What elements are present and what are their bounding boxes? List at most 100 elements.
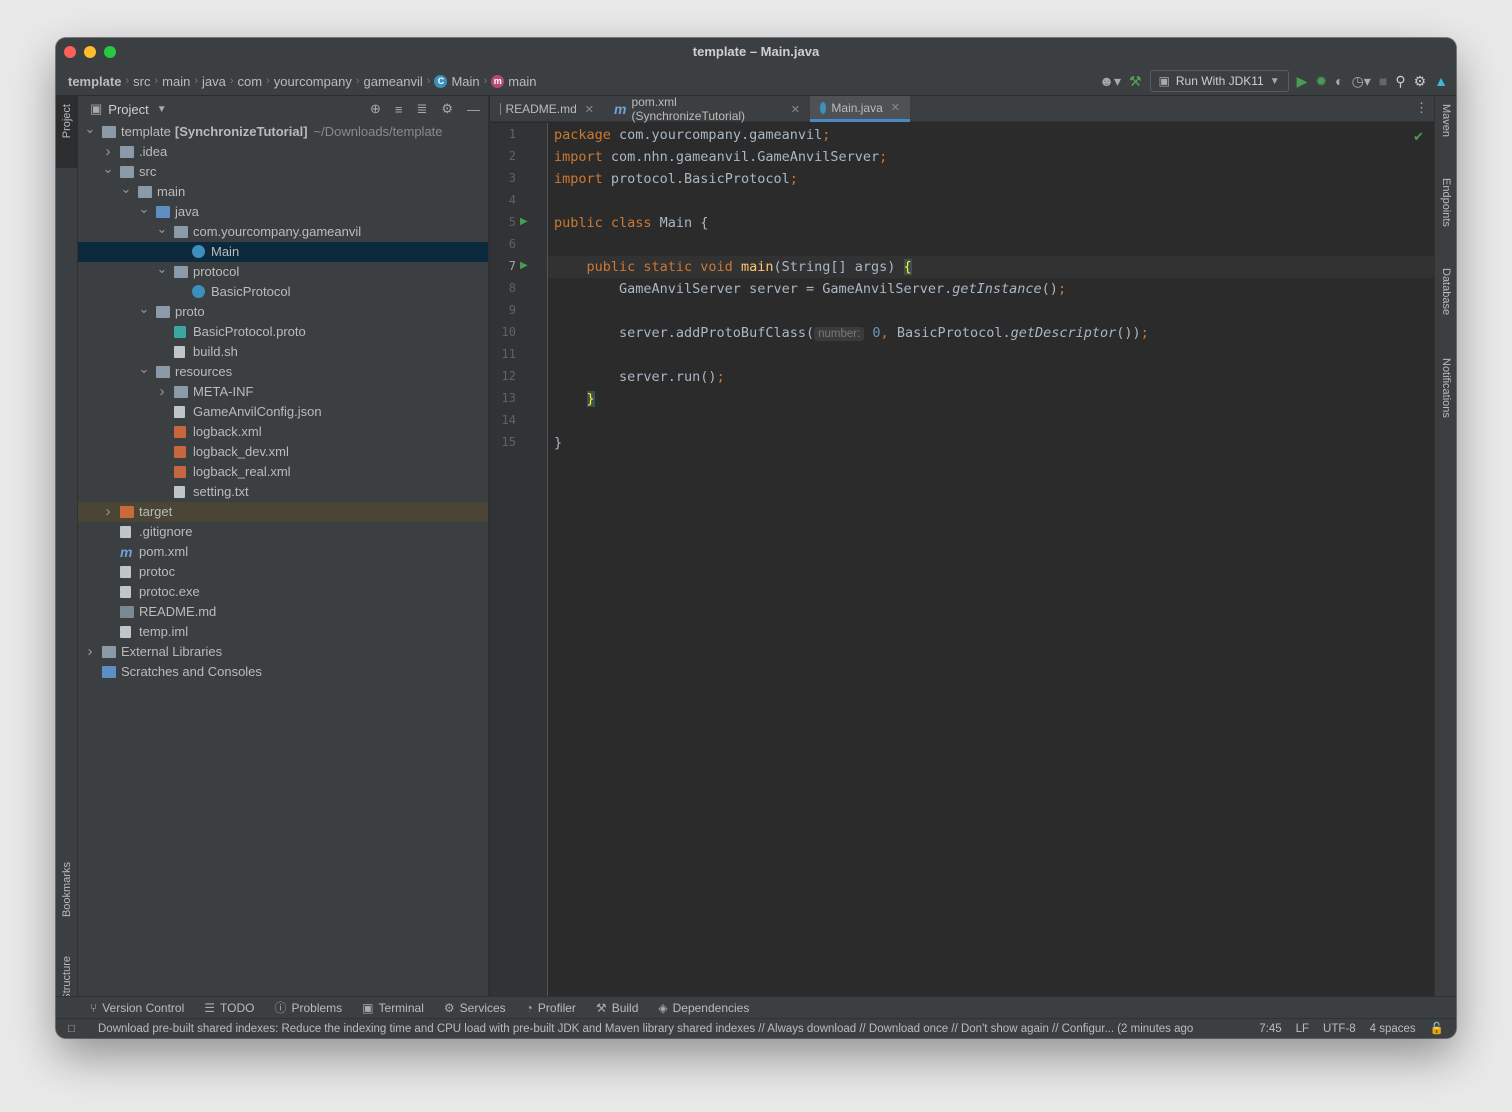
build-hammer-icon[interactable]: ⚒ [1129,73,1142,90]
chevron-right-icon[interactable]: › [84,642,96,662]
tool-window-services[interactable]: ⚙ Services [444,1001,506,1015]
tree-node[interactable]: logback.xml [78,422,488,442]
breadcrumb-item[interactable]: main [162,74,190,89]
tool-window-dependencies[interactable]: ◈ Dependencies [658,1001,749,1015]
tree-node[interactable]: › .idea [78,142,488,162]
chevron-down-icon[interactable]: ⌄ [138,299,150,319]
code-line[interactable]: server.addProtoBufClass(number: 0, Basic… [554,322,1149,344]
code-line[interactable]: public class Main { [554,212,708,234]
chevron-down-icon[interactable]: ⌄ [138,199,150,219]
tool-window-problems[interactable]: ⓘ Problems [274,999,342,1016]
options-gear-icon[interactable]: ⚙ [441,101,453,117]
hide-panel-icon[interactable]: — [467,102,480,117]
structure-tool-button[interactable]: Structure [56,956,78,1001]
file-encoding[interactable]: UTF-8 [1323,1019,1356,1038]
tree-node[interactable]: logback_real.xml [78,462,488,482]
code-line[interactable]: } [554,388,595,410]
tree-node[interactable]: ⌄ src [78,159,488,182]
tree-node[interactable]: BasicProtocol.proto [78,322,488,342]
status-message[interactable]: Download pre-built shared indexes: Reduc… [98,1019,1193,1038]
chevron-down-icon[interactable]: ⌄ [138,359,150,379]
user-icon[interactable]: ☻▾ [1099,73,1121,90]
coverage-icon[interactable]: ◐ [1335,73,1343,89]
tree-node[interactable]: logback_dev.xml [78,442,488,462]
tab-main-java[interactable]: Main.java ✕ [810,96,910,122]
run-configuration-select[interactable]: ▣ Run With JDK11 ▼ [1149,70,1289,92]
notifications-tool-button[interactable]: Notifications [1435,358,1456,418]
tree-node[interactable]: temp.iml [78,622,488,642]
tree-node[interactable]: ⌄ template [SynchronizeTutorial] ~/Download… [78,119,488,142]
breadcrumb-item[interactable]: src [133,74,150,89]
tree-node[interactable]: GameAnvilConfig.json [78,402,488,422]
tree-node[interactable]: protoc.exe [78,582,488,602]
tree-node[interactable]: ⌄ proto [78,299,488,322]
stop-icon[interactable]: ■ [1379,73,1387,89]
breadcrumb-item[interactable]: gameanvil [364,74,423,89]
code-line[interactable]: public static void main(String[] args) { [554,256,912,278]
locate-file-icon[interactable]: ⊕ [370,101,381,117]
debug-bug-icon[interactable]: ✹ [1315,73,1327,90]
tree-node[interactable]: › META-INF [78,382,488,402]
indent-setting[interactable]: 4 spaces [1370,1019,1416,1038]
jetbrains-logo-icon[interactable]: ▲ [1434,73,1448,89]
tree-node[interactable]: ⌄ protocol [78,259,488,282]
run-gutter-icon[interactable]: ▶ [520,260,528,271]
no-problems-check-icon[interactable]: ✔ [1413,129,1424,145]
settings-gear-icon[interactable]: ⚙ [1414,73,1427,90]
breadcrumb-item[interactable]: C Main [434,74,480,89]
chevron-down-icon[interactable]: ⌄ [84,119,96,139]
bookmarks-tool-button[interactable]: Bookmarks [56,862,78,917]
collapse-all-icon[interactable]: ≣ [416,101,427,117]
breadcrumb-item[interactable]: yourcompany [274,74,352,89]
tree-node[interactable]: Scratches and Consoles [78,662,488,682]
chevron-down-icon[interactable]: ⌄ [156,259,168,279]
chevron-down-icon[interactable]: ⌄ [156,219,168,239]
search-icon[interactable]: ⚲ [1395,73,1405,90]
close-window-button[interactable] [64,46,76,58]
code-line[interactable]: server.run(); [554,366,725,388]
status-toggle-icon[interactable]: □ [68,1019,75,1038]
code-line[interactable]: } [554,432,562,454]
caret-position[interactable]: 7:45 [1259,1019,1281,1038]
chevron-down-icon[interactable]: ⌄ [120,179,132,199]
run-gutter-icon[interactable]: ▶ [520,216,528,227]
code-line[interactable]: import com.nhn.gameanvil.GameAnvilServer… [554,146,887,168]
breadcrumb-item[interactable]: com [238,74,263,89]
tab-readme-md[interactable]: README.md ✕ [490,96,604,122]
project-tool-button[interactable]: Project [56,104,78,138]
line-separator[interactable]: LF [1296,1019,1309,1038]
chevron-down-icon[interactable]: ▼ [157,104,167,115]
chevron-down-icon[interactable]: ⌄ [102,159,114,179]
tool-window-version-control[interactable]: ⑂ Version Control [90,1001,184,1015]
database-tool-button[interactable]: Database [1435,268,1456,315]
tabs-more-icon[interactable]: ⋮ [1415,100,1428,116]
project-panel-title[interactable]: Project [108,102,148,117]
tool-window-todo[interactable]: ☰ TODO [204,1001,254,1015]
tree-node[interactable]: Main [78,242,488,262]
tab-pom-xml-synchronizetutorial[interactable]: m pom.xml (SynchronizeTutorial) ✕ [604,95,810,123]
tree-node[interactable]: ⌄ com.yourcompany.gameanvil [78,219,488,242]
tree-node[interactable]: protoc [78,562,488,582]
tree-node[interactable]: m pom.xml [78,542,488,562]
profile-icon[interactable]: ◷▾ [1352,73,1371,90]
breadcrumb-item[interactable]: java [202,74,226,89]
tree-node[interactable]: .gitignore [78,522,488,542]
endpoints-tool-button[interactable]: Endpoints [1435,178,1456,227]
tool-window-profiler[interactable]: ◔ Profiler [526,1001,576,1015]
maven-tool-button[interactable]: Maven [1435,104,1456,137]
tree-node[interactable]: › External Libraries [78,642,488,662]
zoom-window-button[interactable] [104,46,116,58]
chevron-right-icon[interactable]: › [156,382,168,402]
chevron-right-icon[interactable]: › [102,502,114,522]
tool-window-terminal[interactable]: ▣ Terminal [362,1001,424,1015]
breadcrumb-item[interactable]: m main [491,74,536,89]
minimize-window-button[interactable] [84,46,96,58]
run-icon[interactable]: ▶ [1297,73,1308,90]
expand-all-icon[interactable]: ≡ [395,102,403,117]
tree-node[interactable]: README.md [78,602,488,622]
tree-node[interactable]: ⌄ java [78,199,488,222]
code-line[interactable]: import protocol.BasicProtocol; [554,168,798,190]
close-tab-icon[interactable]: ✕ [585,103,594,116]
tree-node[interactable]: ⌄ resources [78,359,488,382]
close-tab-icon[interactable]: ✕ [791,103,800,116]
